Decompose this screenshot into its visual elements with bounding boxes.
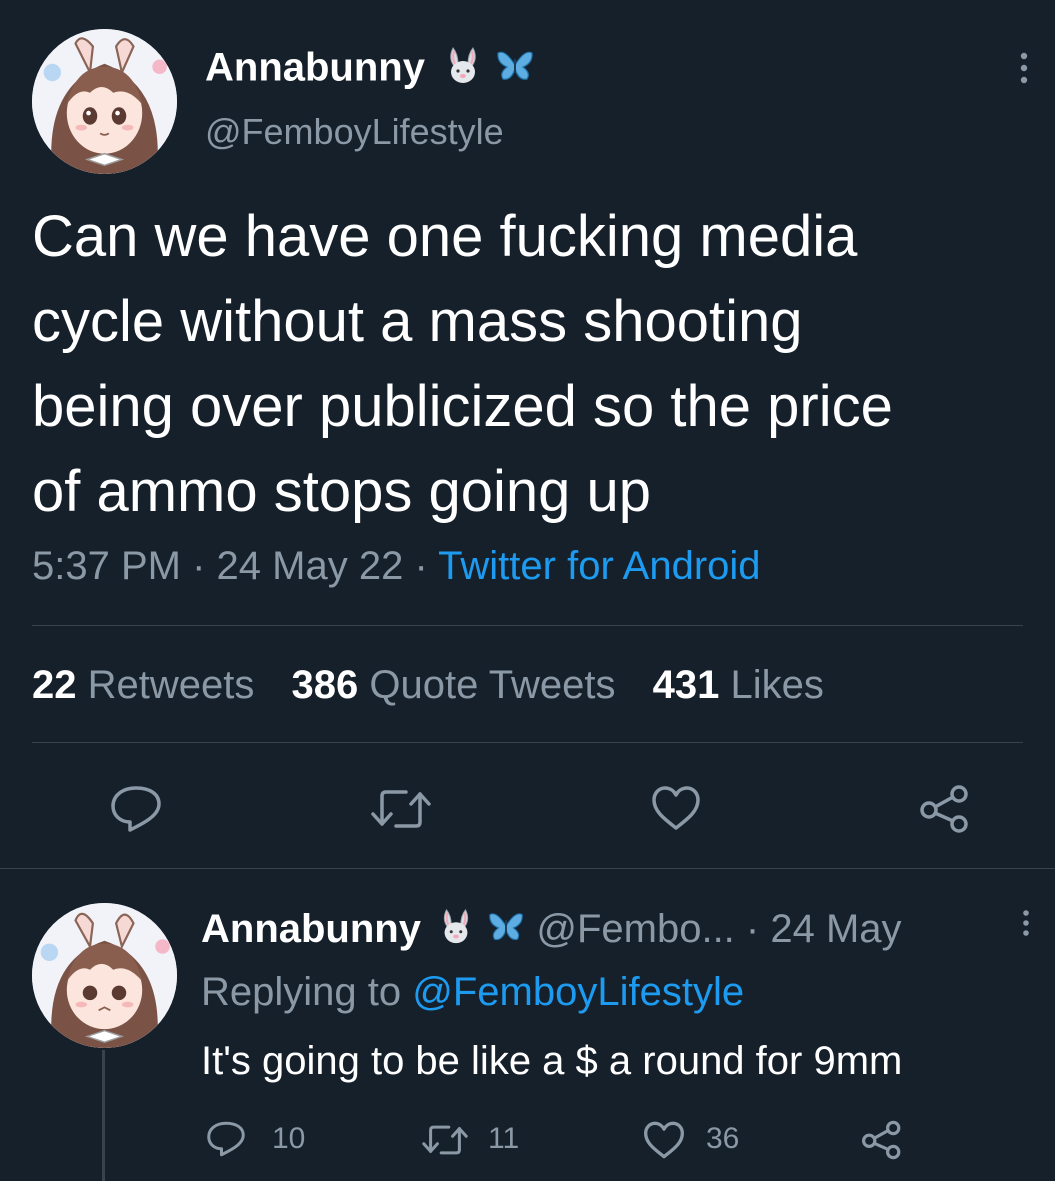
retweets-stat[interactable]: 22 Retweets <box>32 663 266 707</box>
likes-label: Likes <box>730 663 824 707</box>
meta-separator: · <box>414 544 428 588</box>
reply-avatar[interactable] <box>32 903 177 1048</box>
likes-stat[interactable]: 431 Likes <box>653 663 824 707</box>
reply-text: It's going to be like a $ a round for 9m… <box>201 1039 903 1083</box>
retweet-icon[interactable] <box>420 1122 470 1158</box>
divider <box>0 868 1055 869</box>
rabbit-face-icon <box>442 44 484 96</box>
retweet-icon[interactable] <box>368 786 434 832</box>
replying-to-handle[interactable]: @FemboyLifestyle <box>412 970 744 1014</box>
retweet-count: 11 <box>488 1122 520 1155</box>
display-name[interactable]: Annabunny <box>205 46 425 90</box>
reply-handle[interactable]: @Fembo... <box>536 907 734 951</box>
quote-tweets-label: Quote Tweets <box>369 663 616 707</box>
tweet-text: Can we have one fucking media cycle with… <box>32 194 893 534</box>
more-options-icon[interactable] <box>1012 50 1036 90</box>
reply-icon[interactable] <box>108 784 164 834</box>
thread-line <box>102 1050 105 1181</box>
author-handle[interactable]: @FemboyLifestyle <box>205 110 504 154</box>
share-icon[interactable] <box>860 1120 904 1160</box>
meta-separator: · <box>745 907 760 951</box>
reply-icon[interactable] <box>205 1120 247 1158</box>
like-count: 36 <box>706 1122 740 1155</box>
butterfly-icon <box>495 45 535 95</box>
tweet-stats: 22 Retweets 386 Quote Tweets 431 Likes <box>32 660 824 710</box>
like-icon[interactable] <box>642 1120 686 1160</box>
replying-to-label: Replying to <box>201 970 402 1014</box>
share-icon[interactable] <box>918 784 972 834</box>
tweet-source-link[interactable]: Twitter for Android <box>438 544 760 588</box>
quote-tweets-stat[interactable]: 386 Quote Tweets <box>292 663 627 707</box>
tweet-time[interactable]: 5:37 PM <box>32 544 181 588</box>
avatar[interactable] <box>32 29 177 174</box>
tweet-text-line: Can we have one fucking media <box>32 204 858 269</box>
tweet-meta: 5:37 PM · 24 May 22 · Twitter for Androi… <box>32 541 761 591</box>
replying-to: Replying to @FemboyLifestyle <box>201 968 744 1016</box>
retweets-label: Retweets <box>87 663 255 707</box>
rabbit-face-icon <box>436 906 476 956</box>
like-icon[interactable] <box>650 784 702 832</box>
tweet-text-line: being over publicized so the price <box>32 374 893 439</box>
likes-count: 431 <box>652 663 720 707</box>
avatar-image <box>32 29 177 174</box>
more-options-icon[interactable] <box>1016 908 1036 942</box>
avatar-image <box>32 903 177 1048</box>
tweet-text-line: of ammo stops going up <box>32 459 652 524</box>
quote-tweets-count: 386 <box>291 663 359 707</box>
retweets-count: 22 <box>32 663 77 707</box>
meta-separator: · <box>192 544 206 588</box>
divider <box>32 625 1023 626</box>
author-name-row[interactable]: Annabunny <box>205 44 535 96</box>
reply-date[interactable]: 24 May <box>770 907 901 951</box>
reply-header: Annabunny @Fembo... · 24 May <box>201 906 902 956</box>
tweet-date[interactable]: 24 May 22 <box>217 544 404 588</box>
tweet-text-line: cycle without a mass shooting <box>32 289 803 354</box>
reply-count: 10 <box>272 1122 306 1155</box>
butterfly-icon <box>487 907 525 955</box>
reply-display-name[interactable]: Annabunny <box>201 907 421 951</box>
divider <box>32 742 1023 743</box>
